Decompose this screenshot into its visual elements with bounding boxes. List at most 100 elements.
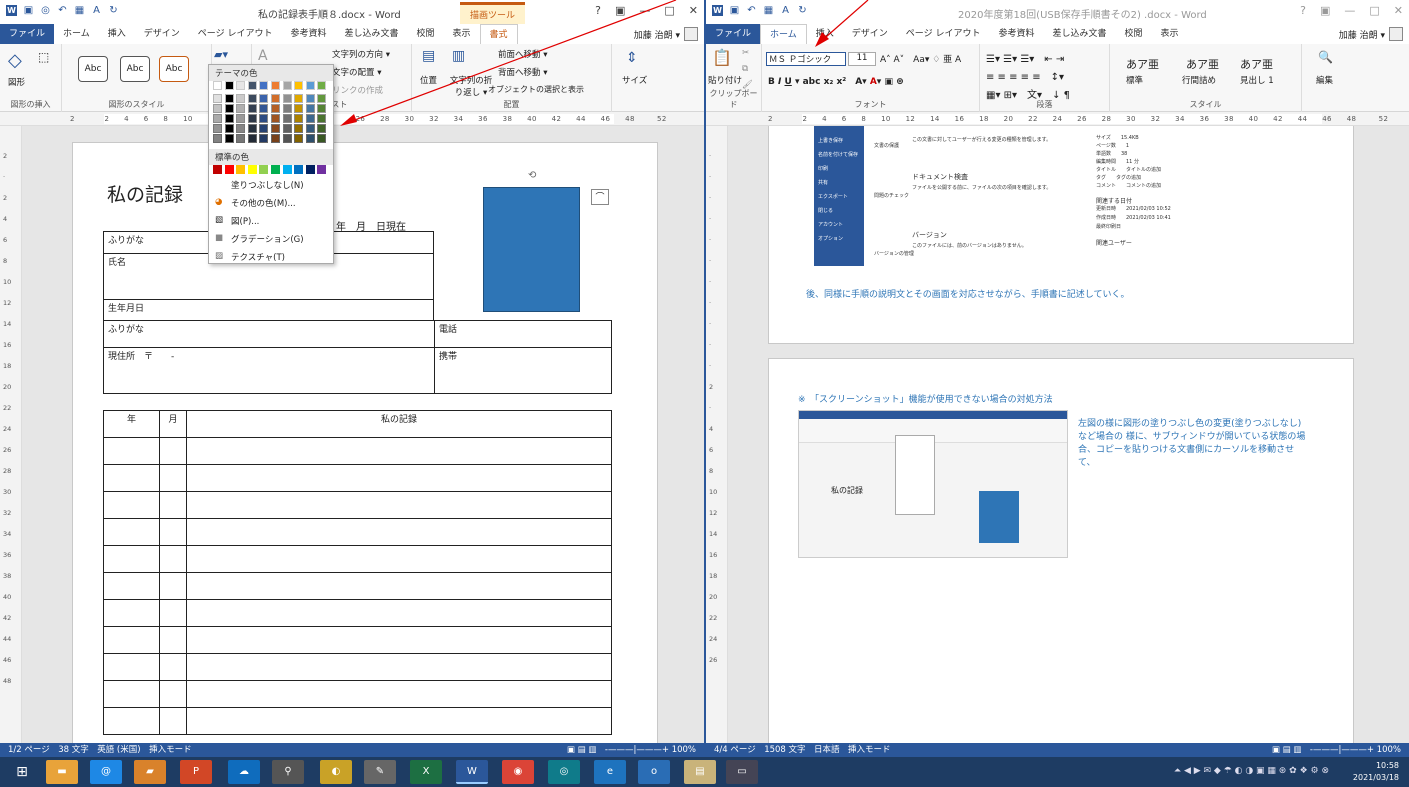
help-icon[interactable]: ?	[595, 4, 601, 17]
picture-fill-item[interactable]: 図(P)...	[231, 215, 259, 227]
files-icon[interactable]: ▤	[684, 760, 716, 784]
tab-view[interactable]: 表示	[444, 24, 480, 44]
style-nospacing[interactable]: あア亜	[1186, 56, 1219, 72]
list-icons[interactable]: ☰▾ ☰▾ ☰▾ ⇤ ⇥	[986, 50, 1064, 65]
clock-date[interactable]: 2021/03/18	[1353, 773, 1399, 782]
color-swatch[interactable]	[213, 134, 222, 143]
color-swatch[interactable]	[282, 165, 292, 174]
texture-item[interactable]: テクスチャ(T)	[231, 251, 285, 263]
color-swatch[interactable]	[305, 134, 315, 143]
font-size-box[interactable]: 11	[848, 52, 876, 66]
color-swatch[interactable]	[305, 81, 315, 90]
gradient-item[interactable]: グラデーション(G)	[231, 233, 304, 245]
embedded-screenshot[interactable]: 私の記録	[798, 410, 1068, 558]
color-swatch[interactable]	[305, 94, 315, 103]
color-swatch[interactable]	[236, 114, 246, 123]
phone-cell[interactable]: 電話	[434, 320, 612, 348]
color-swatch[interactable]	[236, 104, 246, 113]
color-swatch[interactable]	[247, 104, 257, 113]
tab-layout[interactable]: ページ レイアウト	[897, 24, 990, 44]
font-name-box[interactable]: ＭＳ Ｐゴシック	[766, 52, 846, 66]
edit-button[interactable]: 編集	[1316, 74, 1333, 86]
left-user[interactable]: 加藤 治朗 ▾	[634, 27, 698, 41]
create-link-button[interactable]: リンクの作成	[332, 84, 383, 96]
color-swatch[interactable]	[213, 94, 222, 103]
tab-mailings[interactable]: 差し込み文書	[335, 24, 407, 44]
color-swatch[interactable]	[259, 114, 269, 123]
edge-icon[interactable]: ◎	[548, 760, 580, 784]
position-button[interactable]: 位置	[420, 74, 437, 86]
tab-view[interactable]: 表示	[1152, 24, 1188, 44]
excel-icon[interactable]: X	[410, 760, 442, 784]
powerpoint-icon[interactable]: P	[180, 760, 212, 784]
color-swatch[interactable]	[213, 81, 222, 90]
color-swatch[interactable]	[224, 114, 234, 123]
send-back-button[interactable]: 背面へ移動 ▾	[498, 66, 547, 78]
tab-file[interactable]: ファイル	[706, 24, 761, 44]
tab-review[interactable]: 校閲	[1116, 24, 1152, 44]
save-icon[interactable]: ▣	[23, 5, 34, 16]
color-swatch[interactable]	[282, 81, 292, 90]
tab-home[interactable]: ホーム	[760, 24, 807, 44]
color-swatch[interactable]	[294, 104, 304, 113]
ie-icon[interactable]: e	[594, 760, 626, 784]
format-icon[interactable]: A	[780, 5, 791, 16]
selection-pane-button[interactable]: オブジェクトの選択と表示	[488, 84, 584, 95]
search-icon[interactable]: ⚲	[272, 760, 304, 784]
color-swatch[interactable]	[224, 81, 234, 90]
rotate-handle-icon[interactable]: ⟲	[528, 170, 536, 181]
right-user[interactable]: 加藤 治朗 ▾	[1339, 27, 1403, 41]
folder-icon[interactable]: ▰	[134, 760, 166, 784]
color-swatch[interactable]	[213, 165, 222, 174]
tab-insert[interactable]: 挿入	[99, 24, 135, 44]
tray-icons[interactable]: ⏶ ◀ ▶ ✉ ◆ ☂ ◐ ◑ ▣ ▦ ⊛ ✿ ❖ ⚙ ⊗	[1174, 766, 1329, 776]
address-cell[interactable]: 現住所 〒 -	[103, 347, 435, 394]
color-swatch[interactable]	[317, 134, 327, 143]
color-swatch[interactable]	[294, 165, 304, 174]
tab-format[interactable]: 書式	[479, 24, 518, 44]
chrome-icon[interactable]: ◉	[502, 760, 534, 784]
selected-rectangle-shape[interactable]	[483, 187, 580, 312]
standard-color-grid[interactable]	[213, 165, 331, 175]
mobile-cell[interactable]: 携帯	[434, 347, 612, 394]
save-icon[interactable]: ▣	[729, 5, 740, 16]
color-swatch[interactable]	[224, 124, 234, 133]
color-swatch[interactable]	[224, 165, 234, 174]
color-swatch[interactable]	[213, 114, 222, 123]
color-swatch[interactable]	[294, 94, 304, 103]
shape-fill-icon[interactable]: ▰▾	[214, 48, 228, 61]
color-swatch[interactable]	[282, 124, 292, 133]
color-swatch[interactable]	[236, 165, 246, 174]
font-grow-shrink-icons[interactable]: A˄ A˅ Aa▾ ♢ 亜 A	[880, 52, 961, 65]
color-swatch[interactable]	[236, 81, 246, 90]
bring-front-button[interactable]: 前面へ移動 ▾	[498, 48, 547, 60]
color-swatch[interactable]	[259, 134, 269, 143]
redo-icon[interactable]: ↻	[797, 5, 808, 16]
birth-cell[interactable]: 生年月日	[103, 299, 434, 321]
shapes-icon[interactable]: ◇	[8, 50, 22, 71]
color-swatch[interactable]	[259, 94, 269, 103]
font-style-icons[interactable]: B I U ▾ abc x₂ x² A▾ A▾ ▣ ⊛	[768, 74, 904, 87]
furigana2-cell[interactable]: ふりがな	[103, 320, 435, 348]
color-swatch[interactable]	[305, 165, 315, 174]
color-swatch[interactable]	[247, 165, 257, 174]
start-icon[interactable]: ⊞	[6, 760, 38, 784]
close-icon[interactable]: ✕	[689, 4, 698, 17]
color-swatch[interactable]	[294, 81, 304, 90]
color-swatch[interactable]	[317, 165, 327, 174]
color-swatch[interactable]	[271, 104, 280, 113]
color-swatch[interactable]	[224, 94, 234, 103]
style-normal[interactable]: あア亜	[1126, 56, 1159, 72]
explorer-icon[interactable]: ▬	[46, 760, 78, 784]
color-swatch[interactable]	[247, 94, 257, 103]
color-swatch[interactable]	[224, 134, 234, 143]
paint-icon[interactable]: ◐	[320, 760, 352, 784]
tab-home[interactable]: ホーム	[54, 24, 99, 44]
color-swatch[interactable]	[236, 134, 246, 143]
color-swatch[interactable]	[305, 114, 315, 123]
wordart-icon[interactable]: A	[258, 48, 268, 64]
format-icon[interactable]: A	[91, 5, 102, 16]
tab-file[interactable]: ファイル	[0, 24, 55, 44]
color-swatch[interactable]	[282, 94, 292, 103]
help-icon[interactable]: ?	[1300, 4, 1306, 17]
